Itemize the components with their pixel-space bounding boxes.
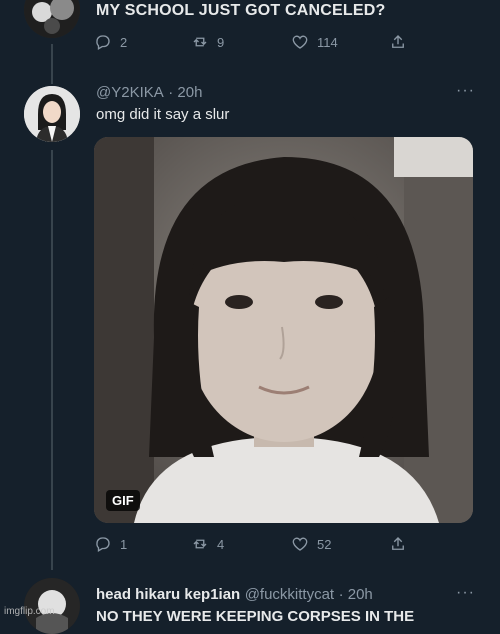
reply-like-button[interactable]: 52 (291, 535, 331, 553)
gif-badge: GIF (106, 490, 140, 511)
share-icon (392, 537, 404, 550)
watermark: imgflip.com (4, 606, 55, 617)
retweet-icon (193, 37, 207, 47)
reply-gif-media[interactable]: GIF (94, 137, 473, 523)
thread-line-top (51, 44, 53, 84)
top-retweet-count: 9 (217, 34, 225, 50)
share-icon (392, 35, 404, 48)
top-tweet-avatar[interactable] (24, 0, 80, 38)
reply-retweet-count: 4 (217, 536, 225, 552)
next-tweet-time[interactable]: · 20h (339, 586, 373, 603)
reply-like-count: 52 (317, 536, 332, 552)
top-reply-count: 2 (120, 34, 128, 50)
reply-share-button[interactable] (389, 535, 407, 553)
reply-retweet-button[interactable]: 4 (191, 535, 224, 553)
heart-icon (292, 537, 308, 551)
thread-line-bottom (51, 150, 53, 570)
heart-icon (292, 35, 308, 49)
next-tweet-handle[interactable]: @fuckkittycat (245, 586, 334, 603)
reply-time[interactable]: · 20h (168, 84, 202, 101)
more-icon: ··· (456, 584, 475, 601)
top-share-button[interactable] (389, 33, 407, 51)
reply-reply-count: 1 (120, 536, 128, 552)
retweet-icon (193, 539, 207, 549)
top-reply-button[interactable]: 2 (94, 33, 127, 51)
top-like-count: 114 (317, 34, 338, 50)
reply-text: omg did it say a slur (96, 106, 230, 123)
next-tweet-text: NO THEY WERE KEEPING CORPSES IN THE (96, 608, 415, 625)
next-tweet-header: head hikaru kep1ian @fuckkittycat · 20h (96, 586, 373, 604)
top-tweet-text: MY SCHOOL JUST GOT CANCELED? (96, 2, 386, 19)
top-like-button[interactable]: 114 (291, 33, 338, 51)
reply-handle[interactable]: @Y2KIKA (96, 84, 164, 101)
reply-more-button[interactable]: ··· (456, 82, 475, 100)
top-retweet-button[interactable]: 9 (191, 33, 224, 51)
more-icon: ··· (456, 82, 475, 99)
reply-icon (96, 35, 110, 50)
reply-header: @Y2KIKA · 20h (96, 84, 202, 102)
reply-reply-button[interactable]: 1 (94, 535, 127, 553)
reply-avatar[interactable] (24, 86, 80, 142)
reply-icon (96, 537, 110, 552)
next-tweet-name[interactable]: head hikaru kep1ian (96, 586, 240, 603)
next-tweet-more-button[interactable]: ··· (456, 584, 475, 602)
